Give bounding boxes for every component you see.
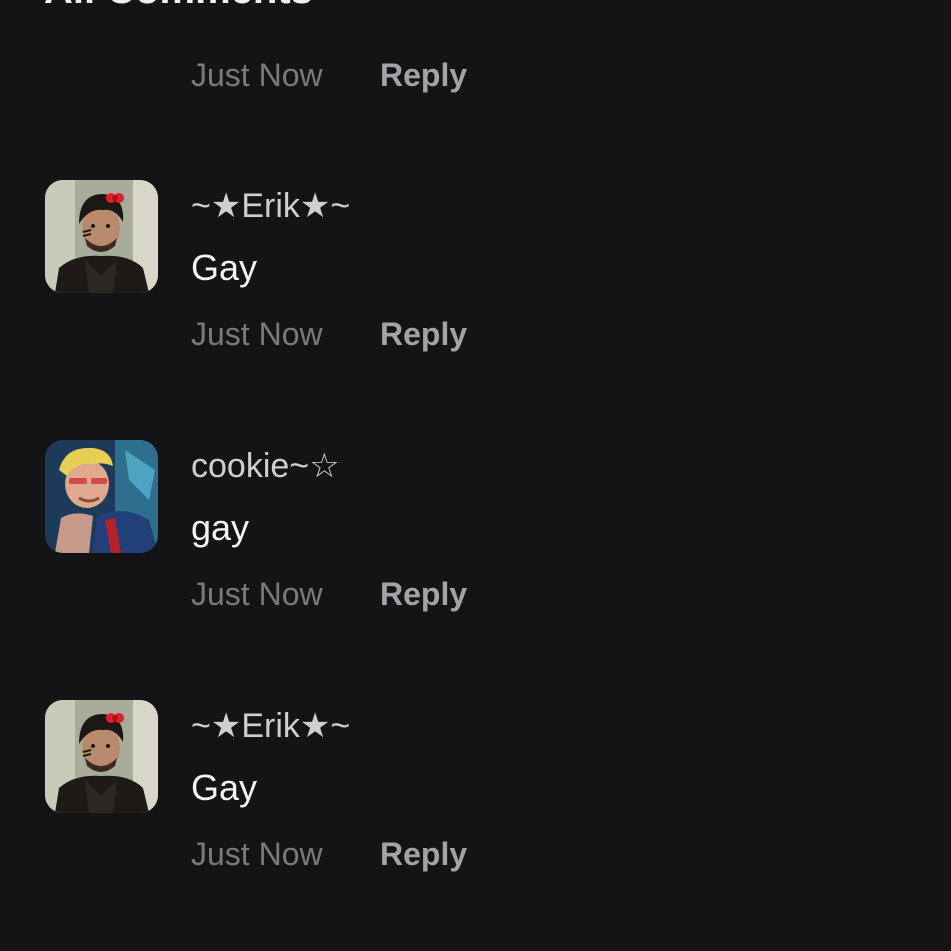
comment-meta-row: Just Now Reply (191, 574, 467, 614)
avatar[interactable] (45, 440, 158, 553)
comment-author[interactable]: ~★Erik★~ (191, 704, 350, 748)
comment-meta-row: Just Now Reply (191, 834, 467, 874)
comment-author[interactable]: cookie~☆ (191, 444, 340, 488)
comment-timestamp: Just Now (191, 56, 323, 93)
comment-author[interactable]: ~★Erik★~ (191, 184, 350, 228)
comment-text: gay (191, 507, 250, 548)
section-title: All Comments (44, 0, 313, 10)
comment-item: cookie~☆ gay Just Now Reply (0, 440, 951, 640)
reply-button[interactable]: Reply (380, 576, 467, 613)
reply-button[interactable]: Reply (380, 316, 467, 353)
comment-timestamp: Just Now (191, 835, 323, 872)
comment-timestamp: Just Now (191, 575, 323, 612)
comment-meta-row: Just Now Reply (191, 314, 467, 354)
profile-photo-erik-icon (45, 700, 158, 813)
comment-timestamp: Just Now (191, 315, 323, 352)
comment-meta-row: Just Now Reply (191, 55, 467, 95)
comment-text: Gay (191, 247, 258, 288)
reply-button[interactable]: Reply (380, 836, 467, 873)
avatar[interactable] (45, 700, 158, 813)
profile-photo-erik-icon (45, 180, 158, 293)
profile-photo-cookie-icon (45, 440, 158, 553)
comments-screen: All Comments Just Now Reply (0, 0, 951, 951)
comment-text: Gay (191, 767, 258, 808)
comment-item: ~★Erik★~ Gay Just Now Reply (0, 180, 951, 380)
reply-button[interactable]: Reply (380, 57, 467, 94)
comment-item: ~★Erik★~ Gay Just Now Reply (0, 700, 951, 900)
avatar[interactable] (45, 180, 158, 293)
